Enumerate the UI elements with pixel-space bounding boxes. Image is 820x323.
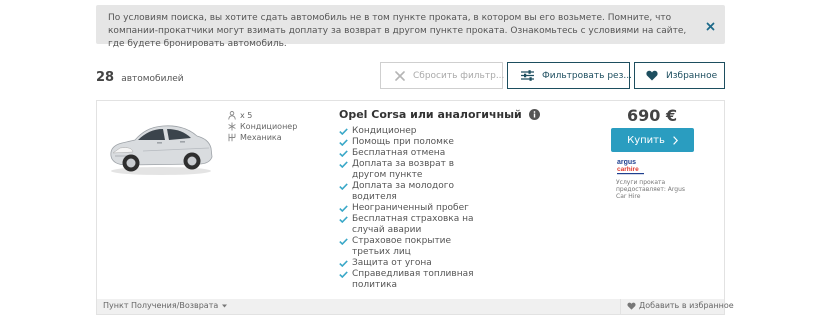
checkmark-icon bbox=[339, 183, 348, 190]
feature-label: Бесплатная отмена bbox=[352, 148, 446, 158]
pickup-dropoff-toggle[interactable]: Пункт Получения/Возврата bbox=[103, 301, 228, 310]
checkmark-icon bbox=[339, 238, 348, 245]
results-count-number: 28 bbox=[96, 70, 115, 85]
feature-label: Бесплатная страховка на случай аварии bbox=[352, 214, 474, 235]
gearshift-icon bbox=[228, 133, 236, 142]
card-footer: Пункт Получения/Возврата Добавить в избр… bbox=[97, 299, 734, 314]
feature-item: Доплата за возврат в другом пункте bbox=[339, 159, 489, 181]
heart-icon bbox=[646, 70, 658, 81]
spec-transmission: Механика bbox=[228, 132, 297, 143]
person-icon bbox=[228, 111, 236, 120]
results-toolbar: 28 автомобилей Сбросить фильтр... Фильтр… bbox=[96, 62, 725, 89]
svg-text:carhire: carhire bbox=[617, 166, 639, 173]
reset-filter-button[interactable]: Сбросить фильтр... bbox=[380, 62, 505, 89]
feature-label: Доплата за возврат в другом пункте bbox=[352, 159, 455, 180]
chevron-right-icon bbox=[673, 135, 678, 145]
feature-label: Кондиционер bbox=[352, 126, 417, 136]
reset-x-icon bbox=[395, 70, 405, 81]
car-features-list: Кондиционер Помощь при поломке Бесплатная … bbox=[339, 126, 489, 291]
buy-label: Купить bbox=[627, 134, 665, 146]
feature-item: Бесплатная отмена bbox=[339, 148, 489, 159]
add-to-favorites-label: Добавить в избранное bbox=[639, 301, 734, 310]
reset-filter-label: Сбросить фильтр... bbox=[413, 70, 505, 81]
ac-value: Кондиционер bbox=[240, 122, 298, 131]
feature-item: Неограниченный пробег bbox=[339, 203, 489, 214]
feature-item: Помощь при поломке bbox=[339, 137, 489, 148]
info-icon[interactable] bbox=[528, 109, 540, 120]
feature-label: Страховое покрытие третьих лиц bbox=[352, 236, 452, 257]
feature-item: Бесплатная страховка на случай аварии bbox=[339, 214, 489, 236]
results-count-label: автомобилей bbox=[121, 74, 184, 84]
pickup-dropoff-label: Пункт Получения/Возврата bbox=[103, 301, 219, 310]
results-count: 28 автомобилей bbox=[96, 66, 184, 85]
car-specs: x 5 Кондиционер Механика bbox=[228, 110, 297, 143]
filter-results-label: Фильтровать рез... bbox=[542, 70, 632, 81]
spec-ac: Кондиционер bbox=[228, 121, 297, 132]
heart-icon bbox=[627, 302, 636, 310]
add-to-favorites-button[interactable]: Добавить в избранное bbox=[627, 301, 734, 310]
feature-label: Доплата за молодого водителя bbox=[352, 181, 454, 202]
feature-item: Страховое покрытие третьих лиц bbox=[339, 236, 489, 258]
checkmark-icon bbox=[339, 128, 348, 135]
notice-text: По условиям поиска, вы хотите сдать авто… bbox=[108, 13, 687, 49]
car-price: 690 € bbox=[627, 106, 678, 125]
feature-item: Кондиционер bbox=[339, 126, 489, 137]
seats-value: x 5 bbox=[240, 111, 253, 120]
route-notice: По условиям поиска, вы хотите сдать авто… bbox=[96, 5, 725, 49]
favorites-label: Избранное bbox=[666, 70, 718, 81]
add-favorite-cell: Добавить в избранное bbox=[620, 299, 734, 314]
svg-text:argus: argus bbox=[617, 159, 636, 166]
car-result-card: x 5 Кондиционер Механика Opel Corsa или … bbox=[96, 100, 734, 315]
feature-item: Доплата за молодого водителя bbox=[339, 181, 489, 203]
checkmark-icon bbox=[339, 205, 348, 212]
favorites-button[interactable]: Избранное bbox=[634, 62, 725, 89]
checkmark-icon bbox=[339, 271, 348, 278]
car-title-row: Opel Corsa или аналогичный bbox=[339, 108, 540, 121]
car-title: Opel Corsa или аналогичный bbox=[339, 108, 522, 121]
argus-carhire-logo: argus carhire bbox=[617, 159, 644, 175]
feature-label: Помощь при поломке bbox=[352, 137, 454, 147]
feature-item: Справедливая топливная политика bbox=[339, 269, 489, 291]
feature-label: Справедливая топливная политика bbox=[352, 269, 474, 290]
transmission-value: Механика bbox=[240, 133, 282, 142]
spec-seats: x 5 bbox=[228, 110, 297, 121]
feature-item: Защита от угона bbox=[339, 258, 489, 269]
buy-button[interactable]: Купить bbox=[611, 128, 694, 152]
checkmark-icon bbox=[339, 216, 348, 223]
feature-label: Неограниченный пробег bbox=[352, 203, 469, 213]
checkmark-icon bbox=[339, 260, 348, 267]
checkmark-icon bbox=[339, 161, 348, 168]
feature-label: Защита от угона bbox=[352, 258, 432, 268]
supplier-text: Услуги проката предоставляет: Argus Car … bbox=[616, 179, 686, 200]
close-icon[interactable] bbox=[704, 18, 717, 31]
checkmark-icon bbox=[339, 139, 348, 146]
sliders-icon bbox=[521, 70, 534, 81]
checkmark-icon bbox=[339, 150, 348, 157]
filter-results-button[interactable]: Фильтровать рез... bbox=[507, 62, 632, 89]
snowflake-icon bbox=[228, 122, 236, 131]
car-image[interactable] bbox=[105, 115, 215, 177]
caret-down-icon bbox=[222, 304, 228, 307]
